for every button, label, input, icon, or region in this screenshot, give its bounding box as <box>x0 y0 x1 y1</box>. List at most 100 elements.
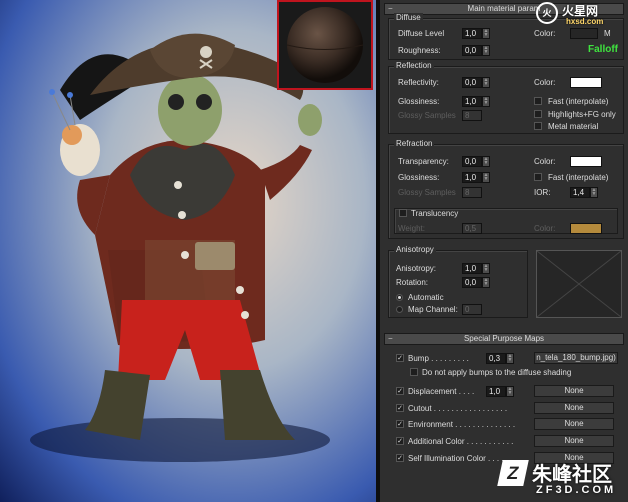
bump-spinner[interactable]: 0,3 <box>486 353 506 364</box>
spinner-arrows-icon[interactable]: ▲ ▼ <box>482 172 490 183</box>
refraction-glossy-samples-label: Glossy Samples <box>398 188 456 197</box>
bump-map-button[interactable]: n_tela_180_bump.jpg) <box>534 352 618 364</box>
zf3d-url-text: ZF3D.COM <box>536 484 617 496</box>
refraction-fast-label: Fast (interpolate) <box>548 173 609 182</box>
group-title: Reflection <box>394 61 434 70</box>
rotation-spinner[interactable]: 0,0 <box>462 277 482 288</box>
map-channel-spinner[interactable]: 0 <box>462 304 482 315</box>
spinner-arrows-icon[interactable]: ▲ ▼ <box>482 263 490 274</box>
hxsd-url-text: hxsd.com <box>566 17 604 26</box>
collapse-icon: − <box>388 4 393 13</box>
special-purpose-maps-header[interactable]: − Special Purpose Maps <box>384 333 624 345</box>
highlights-fg-label: Highlights+FG only <box>548 110 616 119</box>
highlights-fg-checkbox[interactable] <box>534 110 542 118</box>
spinner-arrows-icon[interactable]: ▲ ▼ <box>482 28 490 39</box>
spinner-arrows-icon[interactable]: ▲ ▼ <box>482 45 490 56</box>
additional-color-label: Additional Color . . . . . . . . . . . <box>408 437 514 446</box>
refraction-glossiness-label: Glossiness: <box>398 173 440 182</box>
diffuse-level-label: Diffuse Level <box>398 29 445 38</box>
translucency-weight-label: Weight: <box>398 224 425 233</box>
translucency-checkbox[interactable] <box>399 209 407 217</box>
reflection-glossiness-label: Glossiness: <box>398 97 440 106</box>
reflection-fast-label: Fast (interpolate) <box>548 97 609 106</box>
refraction-glossy-samples-spinner[interactable]: 8 <box>462 187 482 198</box>
spinner-arrows-icon[interactable]: ▲ ▼ <box>482 96 490 107</box>
roughness-label: Roughness: <box>398 46 441 55</box>
ior-spinner[interactable]: 1,4 <box>570 187 590 198</box>
material-editor-panel: − Main material param Diffuse Diffuse Le… <box>380 0 628 502</box>
anisotropy-spinner[interactable]: 1,0 <box>462 263 482 274</box>
translucency-weight-spinner[interactable]: 0,5 <box>462 223 482 234</box>
group-title: Refraction <box>394 139 435 148</box>
displacement-checkbox[interactable]: ✓ <box>396 387 404 395</box>
additional-color-checkbox[interactable]: ✓ <box>396 437 404 445</box>
spinner-arrows-icon[interactable]: ▲ ▼ <box>482 156 490 167</box>
anisotropy-label: Anisotropy: <box>396 264 437 273</box>
additional-color-map-button[interactable]: None <box>534 435 614 447</box>
reflectivity-spinner[interactable]: 0,0 <box>462 77 482 88</box>
displacement-map-button[interactable]: None <box>534 385 614 397</box>
displacement-label: Displacement . . . . <box>408 387 475 396</box>
self-illumination-checkbox[interactable]: ✓ <box>396 454 404 462</box>
environment-label: Environment . . . . . . . . . . . . . . <box>408 420 516 429</box>
cutout-checkbox[interactable]: ✓ <box>396 404 404 412</box>
zf3d-logo-icon: Z <box>497 460 529 486</box>
diffuse-map-button[interactable]: M <box>604 29 611 38</box>
rollout-title: Main material param <box>467 4 541 13</box>
diffuse-color-swatch[interactable] <box>570 28 598 39</box>
cutout-map-button[interactable]: None <box>534 402 614 414</box>
collapse-icon: − <box>388 334 393 343</box>
environment-map-button[interactable]: None <box>534 418 614 430</box>
transparency-spinner[interactable]: 0,0 <box>462 156 482 167</box>
displacement-spinner[interactable]: 1,0 <box>486 386 506 397</box>
reflection-color-label: Color: <box>534 78 556 87</box>
no-bump-diffuse-checkbox[interactable] <box>410 368 418 376</box>
metal-material-checkbox[interactable] <box>534 122 542 130</box>
diffuse-level-spinner[interactable]: 1,0 <box>462 28 482 39</box>
environment-checkbox[interactable]: ✓ <box>396 420 404 428</box>
reflection-glossiness-spinner[interactable]: 1,0 <box>462 96 482 107</box>
ior-label: IOR: <box>534 188 551 197</box>
reflection-color-swatch[interactable] <box>570 77 602 88</box>
roughness-spinner[interactable]: 0,0 <box>462 45 482 56</box>
automatic-radio[interactable] <box>396 294 403 301</box>
metal-material-label: Metal material <box>548 122 599 131</box>
spinner-arrows-icon[interactable]: ▲ ▼ <box>482 77 490 88</box>
refraction-glossiness-spinner[interactable]: 1,0 <box>462 172 482 183</box>
diffuse-color-label: Color: <box>534 29 556 38</box>
bump-label: Bump . . . . . . . . . <box>408 354 469 363</box>
zf3d-brand-text: 朱峰社区 <box>532 464 612 486</box>
refraction-fast-checkbox[interactable] <box>534 173 542 181</box>
hxsd-watermark: 火 火星网 hxsd.com <box>536 2 622 28</box>
rollout-title: Special Purpose Maps <box>463 334 545 343</box>
rotation-label: Rotation: <box>396 278 429 287</box>
material-preview-swatch[interactable] <box>277 0 373 90</box>
render-viewport <box>0 0 376 502</box>
reflection-glossy-samples-label: Glossy Samples <box>398 111 456 120</box>
spinner-arrows-icon[interactable]: ▲ ▼ <box>590 187 598 198</box>
cutout-label: Cutout . . . . . . . . . . . . . . . . . <box>408 404 508 413</box>
material-preview-sphere <box>286 7 364 83</box>
reflection-glossy-samples-spinner[interactable]: 8 <box>462 110 482 121</box>
map-channel-radio[interactable] <box>396 306 403 313</box>
anisotropy-preview <box>536 250 622 318</box>
translucency-color-swatch[interactable] <box>570 223 602 234</box>
reflectivity-label: Reflectivity: <box>398 78 439 87</box>
refraction-color-label: Color: <box>534 157 556 166</box>
map-channel-label: Map Channel: <box>408 305 458 314</box>
translucency-label: Translucency <box>411 209 459 218</box>
zf3d-watermark: Z 朱峰社区 ZF3D.COM <box>497 458 626 500</box>
group-title: Anisotropy <box>394 245 436 254</box>
group-title: Diffuse <box>394 13 423 22</box>
spinner-arrows-icon[interactable]: ▲ ▼ <box>506 386 514 397</box>
falloff-map-label[interactable]: Falloff <box>588 44 618 55</box>
refraction-color-swatch[interactable] <box>570 156 602 167</box>
automatic-label: Automatic <box>408 293 444 302</box>
transparency-label: Transparency: <box>398 157 449 166</box>
translucency-color-label: Color: <box>534 224 556 233</box>
spinner-arrows-icon[interactable]: ▲ ▼ <box>482 277 490 288</box>
reflection-fast-checkbox[interactable] <box>534 97 542 105</box>
no-bump-diffuse-label: Do not apply bumps to the diffuse shadin… <box>422 368 572 377</box>
bump-checkbox[interactable]: ✓ <box>396 354 404 362</box>
spinner-arrows-icon[interactable]: ▲ ▼ <box>506 353 514 364</box>
